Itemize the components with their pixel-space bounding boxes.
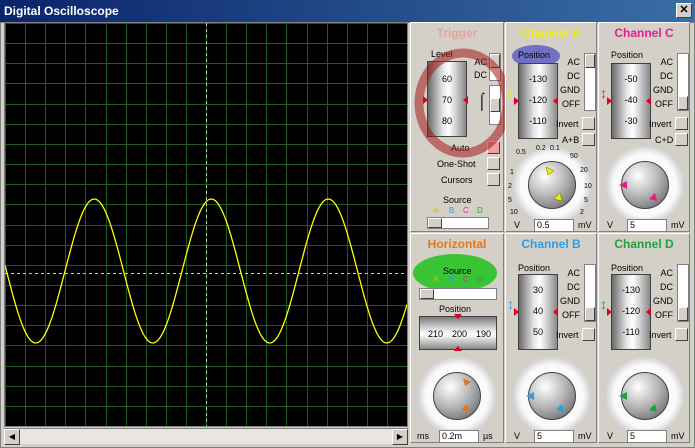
channel-c-position-label: Position (611, 50, 644, 60)
channel-c-arrow-left-icon (607, 97, 612, 105)
channel-a-title: Channel A (521, 26, 581, 40)
channel-b-invert-button[interactable] (582, 328, 595, 341)
horizontal-title: Horizontal (427, 237, 487, 251)
channel-c-panel: Channel C Position -50 -40 -30 ↕ AC DC G… (598, 22, 690, 232)
channel-b-position-label: Position (518, 263, 551, 273)
horizontal-time-field[interactable]: 0.2m (439, 430, 479, 443)
horizontal-position-drum[interactable]: 210 200 190 (419, 316, 497, 350)
channel-b-volts-field[interactable]: 5 (534, 430, 574, 443)
channel-c-sum-label: C+D (655, 135, 674, 145)
channel-d-invert-button[interactable] (675, 328, 688, 341)
scroll-left-button[interactable]: ◀ (4, 429, 20, 445)
close-icon: ✕ (679, 4, 689, 16)
channel-c-invert-button[interactable] (675, 117, 688, 130)
horizontal-marker-top-icon (454, 314, 462, 319)
horizontal-position-label: Position (439, 304, 472, 314)
channel-a-invert-button[interactable] (582, 117, 595, 130)
channel-a-invert-label: Invert (556, 119, 579, 129)
window-title: Digital Oscilloscope (4, 4, 119, 18)
horizontal-panel: Horizontal Source A B C D Position 210 2… (410, 233, 504, 443)
channel-d-position-drum[interactable]: -130 -120 -110 (611, 274, 651, 350)
channel-d-arrow-left-icon (607, 308, 612, 316)
channel-b-updown-icon: ↕ (507, 296, 514, 312)
channel-a-mode-switch[interactable] (584, 53, 596, 111)
horizontal-source-slider[interactable] (419, 288, 497, 300)
channel-a-position-label: Position (518, 50, 551, 60)
channel-d-position-label: Position (611, 263, 644, 273)
channel-c-volts-field[interactable]: 5 (627, 219, 667, 232)
channel-b-mode-switch[interactable] (584, 264, 596, 322)
channel-b-position-drum[interactable]: 30 40 50 (518, 274, 558, 350)
horizontal-marker-bottom-icon (454, 346, 462, 351)
trigger-title: Trigger (436, 26, 478, 40)
scroll-right-button[interactable]: ▶ (392, 429, 408, 445)
channel-a-position-drum[interactable]: -130 -120 -110 (518, 63, 558, 139)
channel-a-updown-icon: ↕ (507, 85, 514, 101)
channel-b-title: Channel B (521, 237, 581, 251)
horizontal-scrollbar[interactable]: ◀ ▶ (4, 428, 408, 445)
close-button[interactable]: ✕ (676, 3, 692, 18)
channel-c-title: Channel C (614, 26, 674, 40)
channel-b-panel: Channel B Position 30 40 50 ↕ AC DC GND … (505, 233, 597, 443)
channel-a-volts-field[interactable]: 0.5 (534, 219, 574, 232)
channel-c-mode-switch[interactable] (677, 53, 689, 111)
channel-d-title: Channel D (614, 237, 674, 251)
channel-b-invert-label: Invert (556, 330, 579, 340)
scope-display (5, 23, 407, 426)
channel-c-updown-icon: ↕ (600, 85, 607, 101)
scope-screen (4, 22, 408, 427)
cursors-label: Cursors (441, 175, 473, 185)
trigger-highlight (414, 48, 505, 158)
channel-d-volts-field[interactable]: 5 (627, 430, 667, 443)
trigger-source-label: Source (443, 195, 472, 205)
channel-a-arrow-left-icon (514, 97, 519, 105)
trigger-panel: Trigger Level 60 70 80 AC DC ⌠ Auto One-… (410, 22, 505, 232)
channel-d-panel: Channel D Position -130 -120 -110 ↕ AC D… (598, 233, 690, 443)
channel-d-updown-icon: ↕ (600, 296, 607, 312)
channel-c-position-drum[interactable]: -50 -40 -30 (611, 63, 651, 139)
cursors-button[interactable] (487, 173, 500, 186)
channel-b-arrow-left-icon (514, 308, 519, 316)
trigger-source-slider[interactable] (427, 217, 489, 229)
channel-c-invert-label: Invert (649, 119, 672, 129)
channel-a-sum-label: A+B (562, 135, 580, 145)
channel-d-mode-switch[interactable] (677, 264, 689, 322)
channel-a-panel: Channel A Position -130 -120 -110 ↕ AC D… (505, 22, 597, 232)
channel-d-invert-label: Invert (649, 330, 672, 340)
title-bar: Digital Oscilloscope ✕ (0, 0, 695, 22)
